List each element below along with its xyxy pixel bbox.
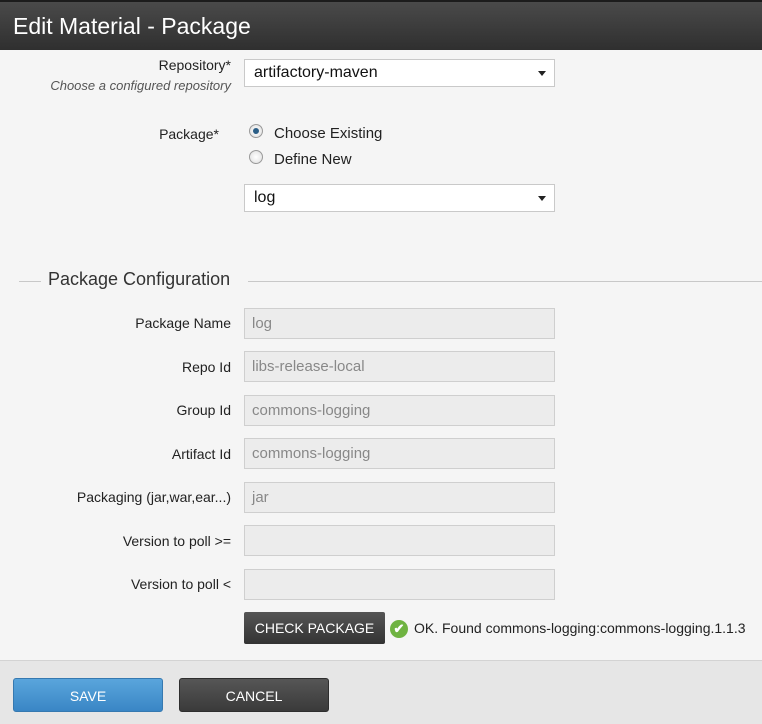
group-id-input[interactable]: commons-logging bbox=[244, 395, 555, 426]
package-configuration-legend: Package Configuration bbox=[48, 269, 231, 289]
version-min-input[interactable] bbox=[244, 525, 555, 556]
dialog-content: Repository* Choose a configured reposito… bbox=[0, 50, 762, 660]
dropdown-arrow-icon bbox=[538, 71, 546, 76]
repo-id-label: Repo Id bbox=[181, 359, 231, 375]
package-name-input[interactable]: log bbox=[244, 308, 555, 339]
packaging-value: jar bbox=[252, 489, 269, 506]
artifact-id-label: Artifact Id bbox=[171, 446, 231, 462]
repo-id-input[interactable]: libs-release-local bbox=[244, 351, 555, 382]
artifact-id-input[interactable]: commons-logging bbox=[244, 438, 555, 469]
version-max-label: Version to poll < bbox=[130, 576, 231, 592]
package-select[interactable]: log bbox=[244, 184, 555, 212]
group-id-value: commons-logging bbox=[252, 402, 371, 419]
repo-id-value: libs-release-local bbox=[252, 358, 365, 375]
radio-define-new[interactable] bbox=[249, 150, 263, 164]
repository-label: Repository* bbox=[158, 57, 231, 73]
dialog-titlebar: Edit Material - Package bbox=[0, 0, 762, 50]
dialog-title: Edit Material - Package bbox=[13, 13, 251, 39]
cancel-button[interactable]: CANCEL bbox=[179, 678, 329, 712]
group-id-label: Group Id bbox=[176, 402, 231, 418]
package-label: Package* bbox=[159, 126, 219, 142]
packaging-input[interactable]: jar bbox=[244, 482, 555, 513]
fieldset-border bbox=[248, 281, 762, 282]
radio-choose-existing[interactable] bbox=[249, 124, 263, 138]
version-max-input[interactable] bbox=[244, 569, 555, 600]
packaging-label: Packaging (jar,war,ear...) bbox=[76, 489, 231, 505]
artifact-id-value: commons-logging bbox=[252, 445, 371, 462]
package-select-value: log bbox=[254, 189, 276, 206]
save-button[interactable]: SAVE bbox=[13, 678, 163, 712]
check-package-button[interactable]: CHECK PACKAGE bbox=[244, 612, 385, 644]
radio-define-new-label[interactable]: Define New bbox=[274, 151, 352, 168]
fieldset-border bbox=[19, 281, 41, 282]
repository-select[interactable]: artifactory-maven bbox=[244, 59, 555, 87]
check-circle-icon: ✔ bbox=[390, 620, 408, 638]
package-name-value: log bbox=[252, 315, 273, 332]
radio-choose-existing-label[interactable]: Choose Existing bbox=[274, 125, 382, 142]
repository-select-value: artifactory-maven bbox=[254, 64, 378, 81]
check-result-message: OK. Found commons-logging:commons-loggin… bbox=[414, 620, 746, 636]
dialog-footer: SAVE CANCEL bbox=[0, 660, 762, 724]
package-name-label: Package Name bbox=[135, 315, 231, 331]
version-min-label: Version to poll >= bbox=[122, 533, 231, 549]
dropdown-arrow-icon bbox=[538, 196, 546, 201]
repository-hint: Choose a configured repository bbox=[50, 78, 231, 93]
